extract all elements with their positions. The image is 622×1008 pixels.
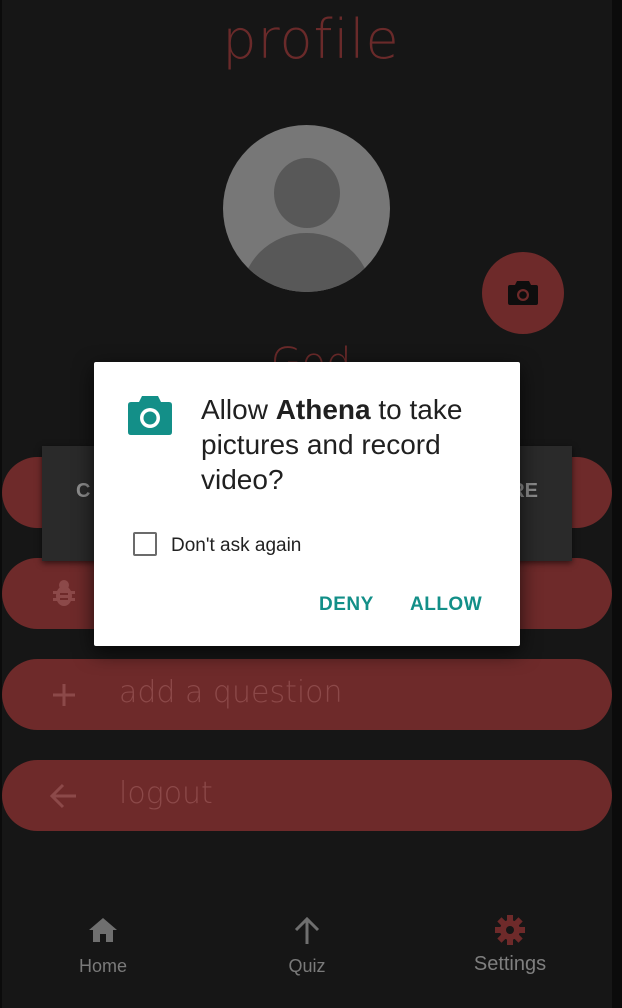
menu-item-label: logout: [119, 776, 213, 811]
arrow-up-icon: [291, 914, 323, 946]
nav-home[interactable]: Home: [23, 900, 183, 1008]
bottom-navigation: Home Quiz Settings: [0, 900, 612, 1008]
page-title: profile: [222, 8, 400, 71]
menu-item-label: add a question: [119, 675, 343, 710]
change-photo-button[interactable]: [482, 252, 564, 334]
profile-screen: profile God: [0, 0, 622, 1008]
plus-icon: [48, 679, 80, 711]
nav-settings[interactable]: Settings: [430, 900, 590, 1008]
dialog-title-prefix: Allow: [201, 394, 276, 425]
camera-icon: [127, 394, 173, 436]
arrow-left-icon: [48, 780, 80, 812]
checkbox-label[interactable]: Don't ask again: [171, 535, 301, 557]
allow-button[interactable]: ALLOW: [410, 594, 482, 616]
dialog-app-name: Athena: [275, 394, 371, 425]
camera-permission-dialog: Allow Athena to take pictures and record…: [94, 362, 520, 646]
avatar-head-shape: [274, 158, 340, 228]
right-edge: [612, 0, 622, 1008]
gear-icon: [494, 914, 526, 946]
nav-quiz[interactable]: Quiz: [227, 900, 387, 1008]
panel-left-text[interactable]: C: [76, 480, 90, 503]
avatar[interactable]: [223, 125, 390, 292]
menu-item-logout[interactable]: logout: [2, 760, 612, 831]
left-edge: [0, 0, 2, 1008]
camera-icon: [508, 281, 538, 305]
bug-icon: [48, 578, 80, 610]
dont-ask-again-checkbox[interactable]: [133, 532, 157, 556]
dialog-title: Allow Athena to take pictures and record…: [201, 392, 501, 497]
avatar-body-shape: [241, 233, 372, 292]
menu-item-add-question[interactable]: add a question: [2, 659, 612, 730]
deny-button[interactable]: DENY: [319, 594, 374, 616]
nav-label: Settings: [473, 953, 547, 975]
nav-label: Home: [78, 956, 127, 976]
home-icon: [87, 914, 119, 946]
nav-label: Quiz: [288, 956, 326, 976]
